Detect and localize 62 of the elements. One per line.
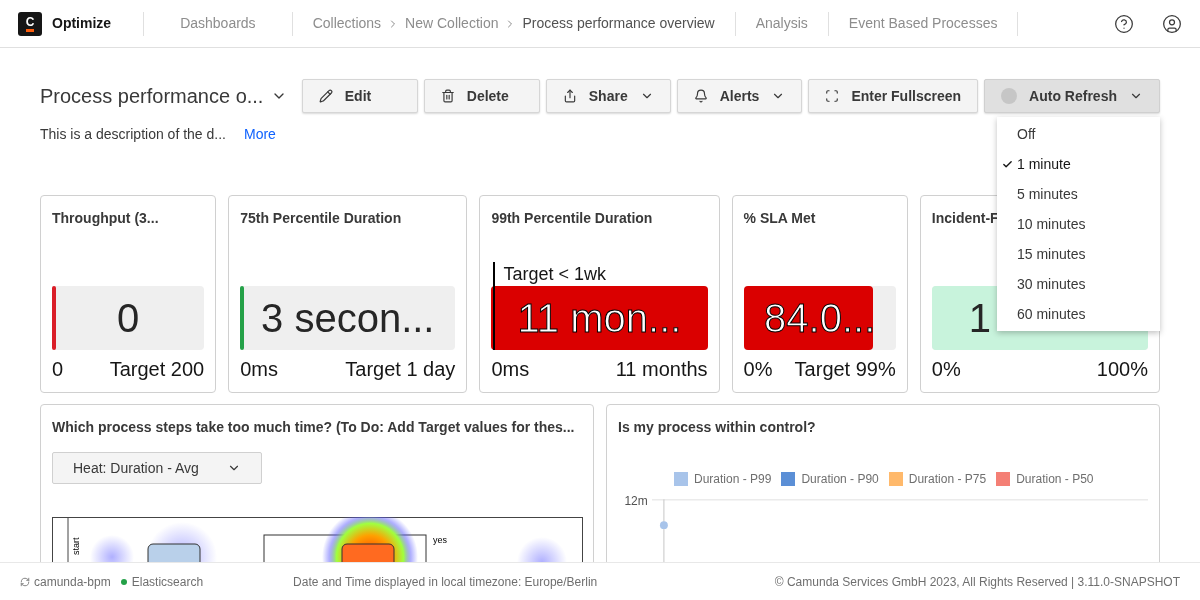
toolbar-button[interactable]: Edit: [301, 79, 418, 113]
gauge-min-label: 0ms: [240, 357, 278, 382]
kpi-title: 99th Percentile Duration: [491, 209, 653, 228]
legend-label: Duration - P99: [694, 471, 772, 488]
gauge-target-label: Target 1 day: [345, 357, 456, 382]
legend-label: Duration - P90: [801, 471, 879, 488]
toolbar-button[interactable]: Delete: [423, 79, 540, 113]
fullscreen-icon: [825, 89, 840, 103]
toolbar-button[interactable]: Enter Fullscreen: [808, 79, 979, 113]
report-title: Is my process within control?: [618, 418, 817, 437]
share-icon: [562, 89, 577, 103]
more-link[interactable]: More: [244, 124, 276, 145]
heat-select[interactable]: Heat: Duration - Avg: [52, 452, 262, 484]
menu-item[interactable]: 5 minutes: [997, 179, 1160, 209]
menu-item[interactable]: Off: [997, 119, 1160, 149]
kpi-value: 84.0...: [764, 298, 876, 338]
check-icon: [1002, 158, 1013, 170]
menu-item[interactable]: 15 minutes: [997, 239, 1160, 269]
toolbar-button[interactable]: Share: [545, 79, 671, 113]
kpi-value: 3 secon...: [261, 298, 435, 338]
legend-label: Duration - P50: [1016, 471, 1094, 488]
gauge-min-label: 0%: [743, 357, 773, 382]
gauge-target-label: 11 months: [615, 357, 708, 382]
toolbar-button[interactable]: Auto Refresh: [984, 79, 1160, 113]
menu-item[interactable]: 1 minute: [997, 149, 1160, 179]
gauge-min-label: 0ms: [491, 357, 530, 382]
dashboard-title: Process performance o...: [40, 84, 264, 109]
user-icon[interactable]: [1162, 13, 1182, 34]
y-axis-tick: 12m: [623, 493, 648, 510]
kpi-value: 1: [968, 298, 991, 338]
dashboard-description: This is a description of the d...: [40, 125, 226, 144]
menu-item[interactable]: 60 minutes: [997, 299, 1160, 329]
engine-icon: [20, 576, 30, 587]
logo-mark: [26, 28, 34, 32]
report-title: Which process steps take too much time? (To Do: Add Target values for thes...: [52, 418, 576, 437]
gauge-min-label: 0%: [931, 357, 961, 382]
legend-label: Duration - P75: [908, 471, 987, 488]
progress-icon: [1001, 88, 1018, 104]
kpi-title: % SLA Met: [743, 209, 816, 228]
menu-item[interactable]: 30 minutes: [997, 269, 1160, 299]
kpi-value: 11 mon...: [517, 298, 682, 338]
kpi-title: Incident-F: [931, 209, 999, 228]
bell-icon: [693, 89, 708, 103]
gauge-min-label: 0: [52, 357, 64, 382]
help-icon[interactable]: [1114, 13, 1134, 34]
logo[interactable]: C: [18, 11, 42, 36]
database-name: Elasticsearch: [131, 573, 204, 591]
kpi-value: 0: [116, 298, 140, 338]
target-label: Target < 1wk: [503, 263, 607, 286]
menu-item[interactable]: 10 minutes: [997, 209, 1160, 239]
brand-name: Optimize: [52, 14, 112, 33]
logo-letter: C: [25, 15, 35, 28]
trash-icon: [440, 89, 455, 103]
breadcrumb-link[interactable]: Process performance overview: [522, 13, 715, 34]
toolbar-button[interactable]: Alerts: [676, 79, 803, 113]
gauge-target-label: Target 200: [109, 357, 205, 382]
gauge-target-label: 100%: [1096, 357, 1148, 382]
pencil-icon: [318, 89, 333, 103]
kpi-title: 75th Percentile Duration: [240, 209, 402, 228]
copyright-text: © Camunda Services GmbH 2023, All Rights Reserved | 3.11.0-SNAPSHOT: [774, 573, 1180, 591]
gauge-target-label: Target 99%: [794, 357, 896, 382]
kpi-title: Throughput (3...: [52, 209, 159, 228]
